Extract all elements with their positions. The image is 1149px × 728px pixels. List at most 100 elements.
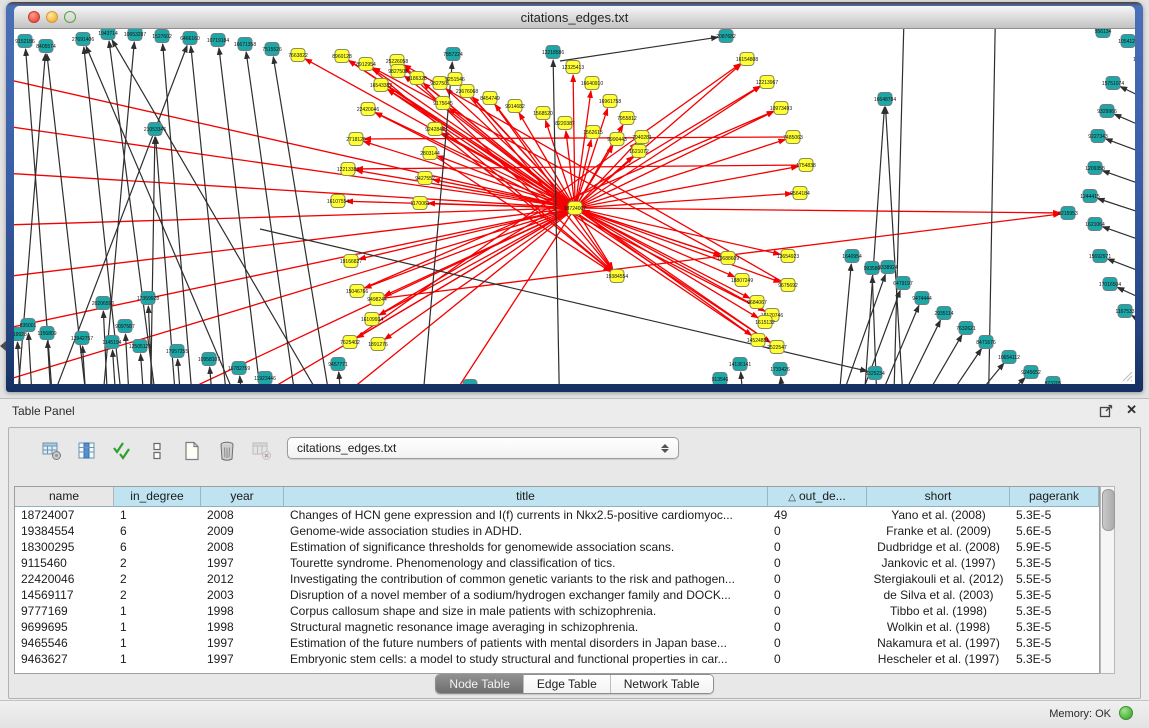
table-row[interactable]: 1872400712008Changes of HCN gene express… — [15, 507, 1099, 523]
table-cell[interactable]: Estimation of significance thresholds fo… — [284, 539, 768, 555]
table-cell[interactable]: 5.3E-5 — [1010, 635, 1099, 651]
table-cell[interactable]: 9777169 — [15, 603, 114, 619]
table-cell[interactable]: 1997 — [201, 651, 284, 667]
table-cell[interactable]: 14569117 — [15, 587, 114, 603]
delete-table-button[interactable] — [249, 438, 275, 464]
table-cell[interactable]: 5.3E-5 — [1010, 603, 1099, 619]
table-cell[interactable]: 5.3E-5 — [1010, 507, 1099, 523]
column-header-title[interactable]: title — [284, 487, 768, 507]
column-header-in_degree[interactable]: in_degree — [114, 487, 201, 507]
table-cell[interactable]: Corpus callosum shape and size in male p… — [284, 603, 768, 619]
minimize-window-button[interactable] — [46, 11, 58, 23]
table-cell[interactable]: 2 — [114, 555, 201, 571]
table-cell[interactable]: 1997 — [201, 635, 284, 651]
table-cell[interactable]: Dudbridge et al. (2008) — [867, 539, 1010, 555]
table-cell[interactable]: 1 — [114, 507, 201, 523]
table-row[interactable]: 911546021997Tourette syndrome. Phenomeno… — [15, 555, 1099, 571]
table-cell[interactable]: 2008 — [201, 539, 284, 555]
table-cell[interactable]: 0 — [768, 587, 867, 603]
table-mode-button[interactable] — [39, 438, 65, 464]
table-cell[interactable]: 2008 — [201, 507, 284, 523]
table-cell[interactable]: Franke et al. (2009) — [867, 523, 1010, 539]
table-cell[interactable]: 0 — [768, 571, 867, 587]
table-cell[interactable]: 9465546 — [15, 635, 114, 651]
table-cell[interactable]: 6 — [114, 539, 201, 555]
table-vertical-scrollbar[interactable] — [1100, 486, 1115, 674]
table-cell[interactable]: 0 — [768, 635, 867, 651]
table-row[interactable]: 2242004622012Investigating the contribut… — [15, 571, 1099, 587]
table-cell[interactable]: Genome-wide association studies in ADHD. — [284, 523, 768, 539]
table-cell[interactable]: 1 — [114, 635, 201, 651]
table-cell[interactable]: 0 — [768, 523, 867, 539]
table-cell[interactable]: Tourette syndrome. Phenomenology and cla… — [284, 555, 768, 571]
column-header-out_de[interactable]: △out_de... — [768, 487, 867, 507]
table-cell[interactable]: Estimation of the future numbers of pati… — [284, 635, 768, 651]
table-cell[interactable]: 5.3E-5 — [1010, 587, 1099, 603]
table-cell[interactable]: Nakamura et al. (1997) — [867, 635, 1010, 651]
delete-column-button[interactable] — [214, 438, 240, 464]
table-cell[interactable]: Tibbo et al. (1998) — [867, 603, 1010, 619]
table-cell[interactable]: 2009 — [201, 523, 284, 539]
table-cell[interactable]: Jankovic et al. (1997) — [867, 555, 1010, 571]
table-row[interactable]: 1830029562008Estimation of significance … — [15, 539, 1099, 555]
table-cell[interactable]: 5.6E-5 — [1010, 523, 1099, 539]
column-header-pagerank[interactable]: pagerank — [1010, 487, 1099, 507]
table-cell[interactable]: 5.9E-5 — [1010, 539, 1099, 555]
tab-node-table[interactable]: Node Table — [436, 675, 523, 693]
row-selector-button[interactable] — [144, 438, 170, 464]
network-canvas[interactable]: 9152186840557427691406194371410653287152… — [14, 29, 1135, 384]
select-all-button[interactable] — [109, 438, 135, 464]
table-cell[interactable]: 9463627 — [15, 651, 114, 667]
table-cell[interactable]: 5.5E-5 — [1010, 571, 1099, 587]
table-cell[interactable]: 5.3E-5 — [1010, 651, 1099, 667]
table-cell[interactable]: 0 — [768, 555, 867, 571]
table-cell[interactable]: Changes of HCN gene expression and I(f) … — [284, 507, 768, 523]
table-cell[interactable]: Yano et al. (2008) — [867, 507, 1010, 523]
table-cell[interactable]: 9115460 — [15, 555, 114, 571]
table-cell[interactable]: 19384554 — [15, 523, 114, 539]
table-cell[interactable]: 0 — [768, 603, 867, 619]
table-cell[interactable]: Disruption of a novel member of a sodium… — [284, 587, 768, 603]
table-cell[interactable]: 1998 — [201, 619, 284, 635]
table-cell[interactable]: Structural magnetic resonance image aver… — [284, 619, 768, 635]
table-row[interactable]: 946554611997Estimation of the future num… — [15, 635, 1099, 651]
close-panel-icon[interactable]: ✕ — [1126, 402, 1137, 418]
table-cell[interactable]: 2012 — [201, 571, 284, 587]
table-cell[interactable]: 2003 — [201, 587, 284, 603]
table-cell[interactable]: Wolkin et al. (1998) — [867, 619, 1010, 635]
window-title-bar[interactable]: citations_edges.txt — [14, 6, 1135, 29]
show-column-button[interactable] — [74, 438, 100, 464]
scrollbar-thumb[interactable] — [1102, 489, 1115, 531]
table-cell[interactable]: de Silva et al. (2003) — [867, 587, 1010, 603]
tab-network-table[interactable]: Network Table — [610, 675, 713, 693]
table-cell[interactable]: 18300295 — [15, 539, 114, 555]
column-header-year[interactable]: year — [201, 487, 284, 507]
network-graph[interactable]: 9152186840557427691406194371410653287152… — [14, 29, 1135, 384]
table-cell[interactable]: Stergiakouli et al. (2012) — [867, 571, 1010, 587]
table-cell[interactable]: 18724007 — [15, 507, 114, 523]
table-cell[interactable]: 0 — [768, 539, 867, 555]
table-cell[interactable]: Investigating the contribution of common… — [284, 571, 768, 587]
table-row[interactable]: 1456911722003Disruption of a novel membe… — [15, 587, 1099, 603]
table-selector-dropdown[interactable]: citations_edges.txt — [287, 437, 679, 459]
table-cell[interactable]: 1 — [114, 619, 201, 635]
table-cell[interactable]: 2 — [114, 587, 201, 603]
window-resize-grip[interactable] — [1121, 370, 1133, 382]
table-cell[interactable]: Hescheler et al. (1997) — [867, 651, 1010, 667]
float-panel-icon[interactable] — [1099, 404, 1113, 418]
table-row[interactable]: 969969511998Structural magnetic resonanc… — [15, 619, 1099, 635]
table-cell[interactable]: 0 — [768, 651, 867, 667]
table-row[interactable]: 977716911998Corpus callosum shape and si… — [15, 603, 1099, 619]
table-cell[interactable]: 49 — [768, 507, 867, 523]
table-cell[interactable]: 1997 — [201, 555, 284, 571]
column-header-short[interactable]: short — [867, 487, 1010, 507]
collapse-panel-handle[interactable] — [0, 341, 6, 351]
table-cell[interactable]: 2 — [114, 571, 201, 587]
table-row[interactable]: 1938455462009Genome-wide association stu… — [15, 523, 1099, 539]
table-cell[interactable]: Embryonic stem cells: a model to study s… — [284, 651, 768, 667]
table-cell[interactable]: 0 — [768, 619, 867, 635]
table-cell[interactable]: 1 — [114, 603, 201, 619]
table-cell[interactable]: 5.3E-5 — [1010, 619, 1099, 635]
table-cell[interactable]: 6 — [114, 523, 201, 539]
table-cell[interactable]: 22420046 — [15, 571, 114, 587]
